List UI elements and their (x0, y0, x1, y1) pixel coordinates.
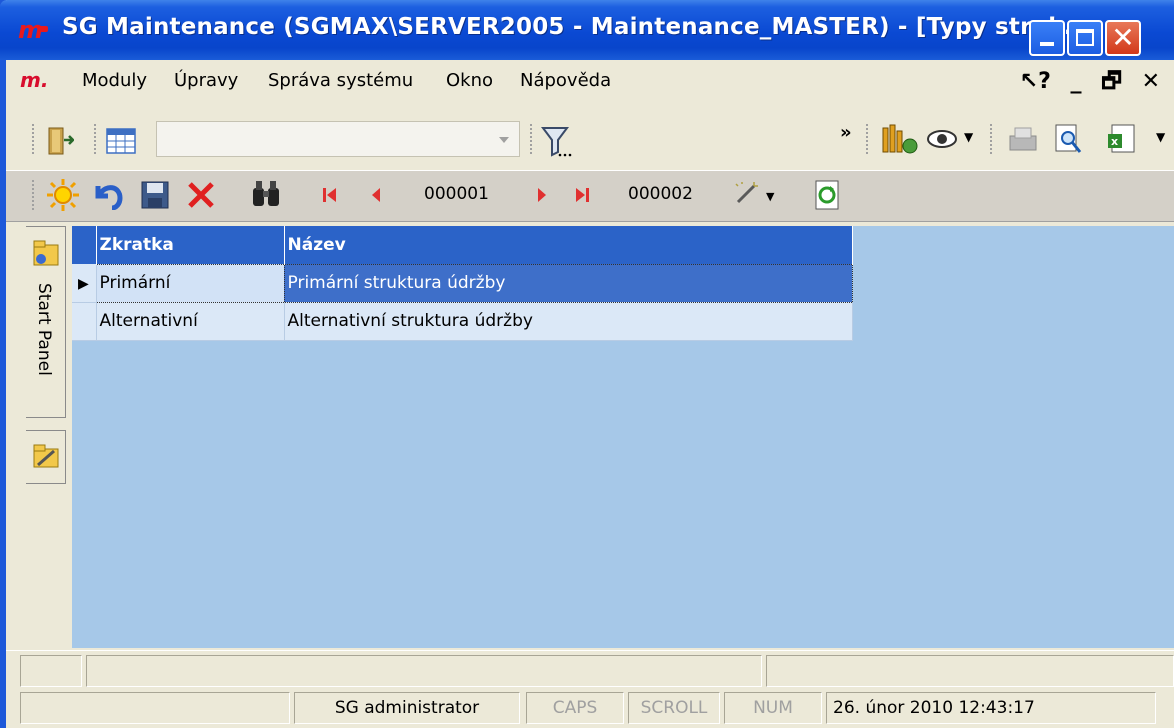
current-row-arrow-icon: ▶ (78, 275, 89, 292)
table-row[interactable]: Alternativní Alternativní struktura údrž… (72, 302, 853, 341)
row-indicator-header[interactable] (72, 226, 97, 264)
toolbar-grip[interactable] (94, 124, 100, 154)
status-bar: SG administrator CAPS SCROLL NUM 26. úno… (6, 688, 1174, 728)
table-row[interactable]: ▶ Primární Primární struktura údržby (72, 263, 853, 303)
print-preview-icon[interactable] (1052, 122, 1084, 156)
maximize-icon (1076, 29, 1094, 46)
title-bar[interactable]: m SG Maintenance (SGMAX\SERVER2005 - Mai… (0, 0, 1174, 60)
toolbar-grip[interactable] (990, 124, 996, 154)
delete-icon[interactable] (186, 180, 216, 210)
toolbar-grip[interactable] (32, 180, 38, 210)
find-binoculars-icon[interactable] (250, 178, 282, 210)
cell-nazev[interactable]: Alternativní struktura údržby (284, 302, 853, 341)
grid-header-row: Zkratka Název (72, 226, 853, 264)
cell-zkratka[interactable]: Primární (95, 263, 285, 303)
cell-nazev[interactable]: Primární struktura údržby (283, 263, 853, 303)
app-logo-icon: m (18, 16, 58, 44)
chevron-down-icon[interactable] (499, 137, 509, 143)
row-indicator[interactable]: ▶ (72, 264, 97, 303)
folder-tools-icon (33, 444, 59, 468)
new-record-icon[interactable] (46, 178, 80, 212)
chevron-down-icon[interactable]: ▼ (964, 130, 973, 144)
minimize-icon (1040, 42, 1054, 46)
filter-icon[interactable] (540, 124, 574, 158)
row-indicator[interactable] (72, 302, 97, 341)
undo-icon[interactable] (92, 180, 124, 210)
maximize-button[interactable] (1067, 20, 1103, 56)
total-record-count: 000002 (628, 184, 693, 204)
minimize-button[interactable] (1029, 20, 1065, 56)
cell-zkratka[interactable]: Alternativní (96, 302, 285, 341)
window-title: SG Maintenance (SGMAX\SERVER2005 - Maint… (62, 14, 1091, 40)
status-pane (20, 655, 82, 687)
table-view-icon[interactable] (106, 128, 136, 154)
side-panel-tab-2[interactable] (26, 430, 66, 484)
chevron-down-icon[interactable]: ▼ (766, 190, 774, 203)
menu-upravy[interactable]: Úpravy (174, 70, 238, 91)
previous-record-icon[interactable] (370, 186, 382, 204)
menu-okno[interactable]: Okno (446, 70, 493, 91)
folder-start-icon (33, 240, 59, 266)
mdi-minimize-icon[interactable]: _ (1071, 69, 1082, 94)
status-pane (86, 655, 762, 687)
content-area: Zkratka Název ▶ Primární Primární strukt… (72, 226, 1174, 648)
status-caps: CAPS (526, 692, 624, 724)
start-panel-tab[interactable]: Start Panel (26, 226, 66, 418)
save-icon[interactable] (140, 180, 170, 210)
svg-text:x: x (1111, 135, 1118, 148)
help-pointer-icon[interactable]: ↖? (1020, 69, 1051, 94)
toolbar-grip[interactable] (866, 124, 872, 154)
bookmarks-icon[interactable] (880, 122, 920, 156)
exit-door-icon[interactable] (46, 126, 74, 156)
chevron-down-icon[interactable]: ▼ (1156, 130, 1165, 144)
last-record-icon[interactable] (574, 186, 590, 204)
toolbar-record (6, 170, 1174, 222)
status-user: SG administrator (294, 692, 520, 724)
start-panel-label: Start Panel (34, 283, 54, 376)
status-pane (766, 655, 1174, 687)
column-header-zkratka[interactable]: Zkratka (96, 226, 285, 264)
menu-bar: m. Moduly Úpravy Správa systému Okno Náp… (6, 60, 1174, 98)
data-grid: Zkratka Název ▶ Primární Primární strukt… (72, 226, 853, 341)
close-icon: ✕ (1111, 21, 1135, 54)
close-button[interactable]: ✕ (1105, 20, 1141, 56)
menu-sprava-systemu[interactable]: Správa systému (268, 70, 413, 91)
app-window: m SG Maintenance (SGMAX\SERVER2005 - Mai… (0, 0, 1174, 728)
eye-view-icon[interactable] (926, 128, 960, 150)
status-num: NUM (724, 692, 822, 724)
mdi-restore-icon[interactable]: 🗗 (1101, 64, 1122, 102)
magic-wand-icon[interactable] (732, 178, 762, 208)
status-pane (20, 692, 290, 724)
next-record-icon[interactable] (536, 186, 548, 204)
menu-logo-icon[interactable]: m. (20, 68, 48, 92)
export-excel-icon[interactable]: x (1106, 122, 1140, 156)
filter-combobox[interactable] (156, 121, 520, 157)
print-icon (1009, 127, 1037, 151)
status-datetime: 26. únor 2010 12:43:17 (826, 692, 1156, 724)
refresh-icon[interactable] (814, 180, 840, 210)
mdi-controls: ↖? _ 🗗 ✕ (1008, 64, 1160, 102)
status-scroll: SCROLL (628, 692, 720, 724)
toolbar-grip[interactable] (32, 124, 38, 154)
first-record-icon[interactable] (322, 186, 338, 204)
menu-napoveda[interactable]: Nápověda (520, 70, 611, 91)
current-record-number: 000001 (424, 184, 489, 204)
column-header-nazev[interactable]: Název (284, 226, 853, 264)
menu-moduly[interactable]: Moduly (82, 70, 147, 91)
status-bar-top (6, 650, 1174, 687)
side-panel: Start Panel (26, 226, 70, 644)
mdi-close-icon[interactable]: ✕ (1142, 69, 1160, 94)
toolbar-grip[interactable] (530, 124, 536, 154)
toolbar-overflow-icon[interactable]: » (840, 122, 852, 143)
